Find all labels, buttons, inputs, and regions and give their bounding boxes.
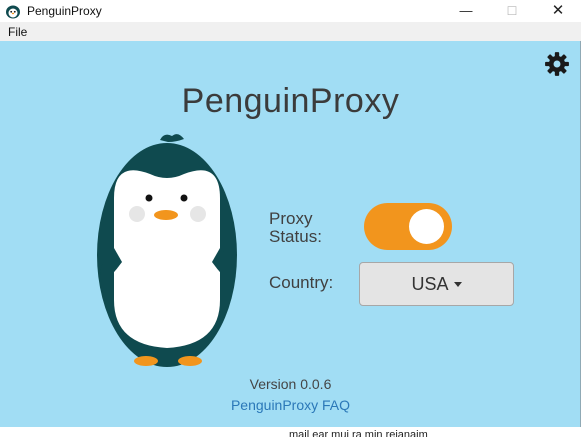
close-button[interactable]: ✕	[535, 0, 581, 22]
window-title: PenguinProxy	[27, 4, 102, 18]
maximize-button[interactable]: ☐	[489, 0, 535, 22]
country-value: USA	[411, 274, 449, 294]
penguin-app-icon	[6, 5, 20, 19]
proxy-status-label-line2: Status:	[269, 227, 322, 246]
proxy-status-label-line1: Proxy	[269, 209, 313, 228]
menu-file[interactable]: File	[8, 25, 27, 39]
background-window-text: mail ear mui ra min reianaim	[289, 429, 428, 437]
proxy-status-label: Proxy Status:	[269, 210, 322, 246]
toggle-knob[interactable]	[409, 209, 444, 244]
gear-icon[interactable]	[544, 51, 570, 77]
country-label: Country:	[269, 273, 334, 292]
background-window-strip: mail ear mui ra min reianaim	[0, 427, 581, 437]
app-title: PenguinProxy	[181, 82, 400, 120]
minimize-button[interactable]: —	[443, 0, 489, 22]
country-dropdown[interactable]: USA	[359, 262, 514, 306]
version-text: Version 0.0.6	[249, 376, 332, 392]
menu-bar: File	[0, 22, 581, 41]
proxy-status-toggle[interactable]	[364, 203, 452, 250]
title-bar: PenguinProxy — ☐ ✕	[0, 0, 581, 22]
penguin-mascot	[97, 134, 237, 367]
caret-down-icon	[453, 281, 462, 287]
faq-link[interactable]: PenguinProxy FAQ	[0, 397, 581, 413]
